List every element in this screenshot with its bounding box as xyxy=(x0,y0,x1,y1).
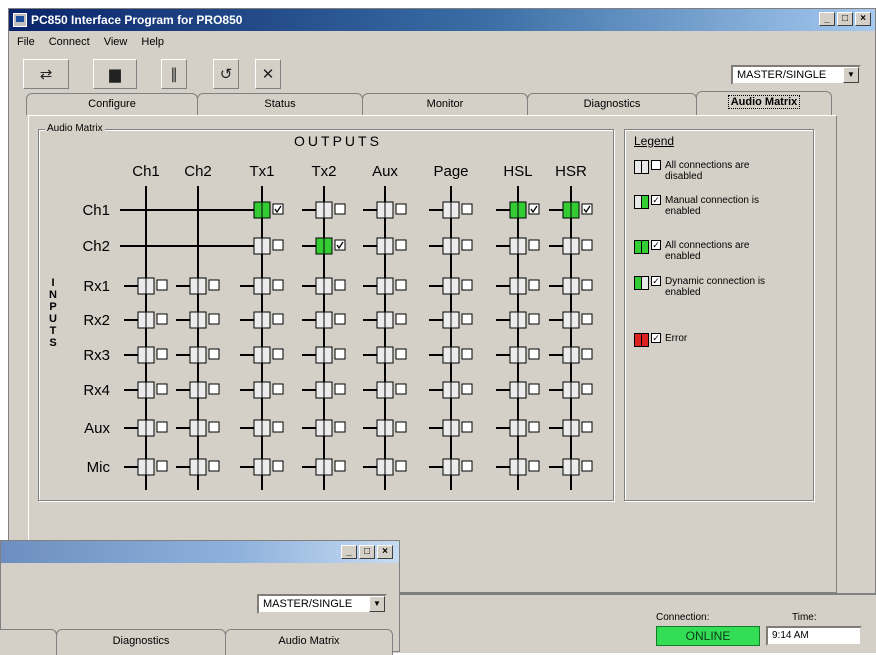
second-tab-diagnostics[interactable]: Diagnostics xyxy=(56,629,226,655)
save-tool-button[interactable]: ▆ xyxy=(93,59,137,89)
second-minimize-button[interactable]: _ xyxy=(341,545,357,559)
menu-file[interactable]: File xyxy=(17,36,35,48)
legend-item-manual: ✓ Manual connection is enabled xyxy=(634,195,785,217)
legend-checkbox-icon: ✓ xyxy=(651,240,661,250)
title-bar[interactable]: PC850 Interface Program for PRO850 _ □ × xyxy=(9,9,875,31)
legend-item-error: ✓ Error xyxy=(634,333,785,350)
second-tab-strip: Diagnostics Audio Matrix xyxy=(0,629,393,655)
legend-switch-icon xyxy=(634,276,649,293)
tab-monitor[interactable]: Monitor xyxy=(362,93,528,115)
audio-matrix-group-label: Audio Matrix xyxy=(45,123,105,134)
legend-switch-icon xyxy=(634,240,649,257)
legend-checkbox-icon: ✓ xyxy=(651,333,661,343)
tools-tool-button[interactable]: ✕ xyxy=(255,59,281,89)
menu-view[interactable]: View xyxy=(104,36,128,48)
chevron-down-icon[interactable]: ▼ xyxy=(369,596,385,612)
menu-help[interactable]: Help xyxy=(141,36,164,48)
second-tab-blank[interactable] xyxy=(0,629,57,655)
legend-switch-icon xyxy=(634,333,649,350)
save-icon: ▆ xyxy=(109,66,121,83)
connection-label: Connection: xyxy=(656,612,710,623)
reset-icon: ↺ xyxy=(219,66,233,83)
tab-strip: Configure Status Monitor Diagnostics Aud… xyxy=(26,91,832,115)
toolbar: ⇄ ▆ ∥ ↺ ✕ MASTER/SINGLE ▼ xyxy=(17,55,867,95)
time-label: Time: xyxy=(792,612,817,623)
connect-tool-button[interactable]: ⇄ xyxy=(23,59,69,89)
tab-diagnostics[interactable]: Diagnostics xyxy=(527,93,697,115)
minimize-button[interactable]: _ xyxy=(819,12,835,26)
mode-select[interactable]: MASTER/SINGLE ▼ xyxy=(731,65,861,85)
legend-checkbox-icon: ✓ xyxy=(651,276,661,286)
books-tool-button[interactable]: ∥ xyxy=(161,59,187,89)
connection-status-badge: ONLINE xyxy=(656,626,760,646)
second-tab-audio-matrix[interactable]: Audio Matrix xyxy=(225,629,393,655)
mode-select-value: MASTER/SINGLE xyxy=(737,69,827,81)
second-window: _ □ × MASTER/SINGLE ▼ Diagnostics Audio … xyxy=(0,540,400,655)
connect-icon: ⇄ xyxy=(39,66,53,83)
legend-switch-icon xyxy=(634,160,649,177)
legend-item-dynamic: ✓ Dynamic connection is enabled xyxy=(634,276,785,298)
app-icon xyxy=(13,13,27,27)
tab-configure[interactable]: Configure xyxy=(26,93,198,115)
books-icon: ∥ xyxy=(170,66,178,83)
second-mode-select-value: MASTER/SINGLE xyxy=(263,598,353,610)
legend-item-disabled: All connections are disabled xyxy=(634,160,785,182)
legend-checkbox-icon: ✓ xyxy=(651,195,661,205)
second-close-button[interactable]: × xyxy=(377,545,393,559)
audio-matrix-group: Audio Matrix xyxy=(38,123,614,501)
legend-item-all: ✓ All connections are enabled xyxy=(634,240,785,262)
menu-bar: File Connect View Help xyxy=(9,33,164,51)
window-title: PC850 Interface Program for PRO850 xyxy=(31,13,243,27)
legend-checkbox-icon xyxy=(651,160,661,170)
tools-icon: ✕ xyxy=(261,66,275,83)
close-button[interactable]: × xyxy=(855,12,871,26)
legend-switch-icon xyxy=(634,195,649,212)
maximize-button[interactable]: □ xyxy=(837,12,853,26)
reset-tool-button[interactable]: ↺ xyxy=(213,59,239,89)
second-mode-select[interactable]: MASTER/SINGLE ▼ xyxy=(257,594,387,614)
menu-connect[interactable]: Connect xyxy=(49,36,90,48)
time-value: 9:14 AM xyxy=(766,626,862,646)
tab-audio-matrix[interactable]: Audio Matrix xyxy=(696,91,832,115)
legend-group xyxy=(624,129,814,501)
legend-title: Legend xyxy=(634,134,675,148)
second-maximize-button[interactable]: □ xyxy=(359,545,375,559)
chevron-down-icon[interactable]: ▼ xyxy=(843,67,859,83)
tab-status[interactable]: Status xyxy=(197,93,363,115)
second-window-title-bar[interactable]: _ □ × xyxy=(1,541,399,563)
